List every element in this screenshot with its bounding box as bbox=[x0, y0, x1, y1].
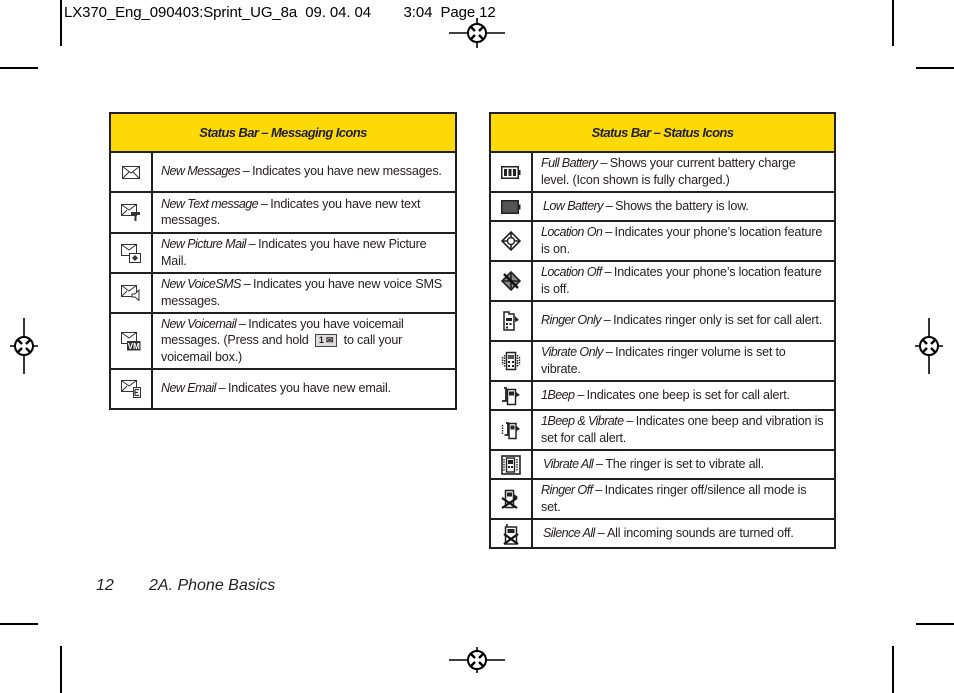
one-beep-icon bbox=[502, 386, 520, 405]
term: Low Battery – bbox=[543, 198, 616, 213]
page-number: 12 bbox=[96, 577, 114, 594]
table-row: Ringer Off – Indicates ringer off/silenc… bbox=[489, 478, 836, 520]
table-row: Ringer Only – Indicates ringer only is s… bbox=[489, 300, 836, 342]
description: The ringer is set to vibrate all. bbox=[605, 456, 764, 471]
table-row: Full Battery – Shows your current batter… bbox=[489, 151, 836, 193]
term: Full Battery – bbox=[541, 156, 610, 170]
vibrate-only-icon bbox=[501, 351, 521, 371]
description: Indicates you have new email. bbox=[228, 381, 391, 396]
table-row: Location Off – Indicates your phone’s lo… bbox=[489, 260, 836, 302]
table-row: Silence All – All incoming sounds are tu… bbox=[489, 518, 836, 549]
description: Indicates you have new messages. bbox=[252, 164, 442, 179]
key-1-icon: 1 ✉ bbox=[314, 334, 338, 348]
term: Vibrate All – bbox=[543, 456, 606, 471]
registration-mark-icon bbox=[10, 318, 38, 374]
table-row: New Text message – Indicates you have ne… bbox=[109, 191, 457, 234]
description: Indicates one beep is set for call alert… bbox=[586, 387, 790, 402]
term: Silence All – bbox=[543, 525, 607, 540]
vibrate-all-icon bbox=[501, 454, 521, 475]
table-row: New VoiceSMS – Indicates you have new vo… bbox=[109, 272, 457, 314]
crop-mark bbox=[892, 646, 894, 693]
crop-mark bbox=[0, 67, 38, 69]
crop-mark bbox=[916, 67, 954, 69]
term: New Picture Mail – bbox=[161, 237, 259, 251]
term: New VoiceSMS – bbox=[161, 277, 254, 291]
registration-mark-icon bbox=[915, 318, 943, 374]
term: New Email – bbox=[161, 381, 228, 396]
registration-mark-icon bbox=[449, 647, 505, 673]
term: Ringer Only – bbox=[541, 313, 614, 328]
crop-mark bbox=[0, 623, 38, 625]
crop-mark bbox=[916, 623, 954, 625]
table-row: Low Battery – Shows the battery is low. bbox=[489, 191, 836, 222]
table-title: Status Bar – Status Icons bbox=[489, 112, 836, 153]
voicemail-icon: VM bbox=[121, 331, 141, 351]
term: New Text message – bbox=[161, 196, 271, 211]
table-header-row: Status Bar – Status Icons bbox=[489, 112, 836, 153]
table-row: New Messages – Indicates you have new me… bbox=[109, 151, 457, 193]
table-row: Location On – Indicates your phone’s loc… bbox=[489, 220, 836, 262]
location-on-icon bbox=[501, 231, 521, 251]
table-row: New Email – Indicates you have new email… bbox=[109, 368, 457, 410]
table-row: 1Beep & Vibrate – Indicates one beep and… bbox=[489, 409, 836, 451]
description: All incoming sounds are turned off. bbox=[606, 525, 794, 540]
table-row: VM New Voicemail – Indicates you have vo… bbox=[109, 312, 457, 370]
picture-mail-icon bbox=[121, 243, 141, 263]
table-row: Vibrate All – The ringer is set to vibra… bbox=[489, 449, 836, 480]
term: Vibrate Only – bbox=[541, 345, 616, 359]
print-slug: LX370_Eng_090403:Sprint_UG_8a 09. 04. 04… bbox=[64, 4, 496, 21]
email-icon bbox=[121, 380, 141, 398]
voice-sms-icon bbox=[121, 285, 140, 302]
table-row: Vibrate Only – Indicates ringer volume i… bbox=[489, 340, 836, 382]
ringer-off-icon bbox=[501, 489, 518, 509]
term: 1Beep – bbox=[541, 387, 587, 402]
crop-mark bbox=[60, 0, 62, 46]
text-message-icon bbox=[121, 204, 140, 222]
term: Location On – bbox=[541, 225, 615, 239]
description: Indicates ringer only is set for call al… bbox=[613, 313, 822, 328]
low-battery-icon bbox=[501, 199, 521, 214]
silence-all-icon bbox=[503, 523, 519, 545]
one-beep-vibrate-icon bbox=[501, 422, 520, 440]
envelope-icon bbox=[122, 165, 140, 179]
table-title: Status Bar – Messaging Icons bbox=[109, 112, 457, 153]
messaging-icons-table: Status Bar – Messaging Icons New Message… bbox=[109, 112, 457, 410]
term: New Messages – bbox=[161, 164, 253, 179]
table-row: 1Beep – Indicates one beep is set for ca… bbox=[489, 380, 836, 411]
ringer-only-icon bbox=[503, 311, 519, 331]
term: 1Beep & Vibrate – bbox=[541, 414, 636, 428]
section-title: 2A. Phone Basics bbox=[149, 577, 276, 594]
term: Location Off – bbox=[541, 265, 614, 279]
registration-mark-icon bbox=[449, 18, 505, 48]
location-off-icon bbox=[501, 271, 521, 291]
svg-text:VM: VM bbox=[128, 342, 140, 351]
crop-mark bbox=[892, 0, 894, 46]
status-icons-table: Status Bar – Status Icons Full Battery –… bbox=[489, 112, 836, 549]
term: Ringer Off – bbox=[541, 483, 605, 497]
table-header-row: Status Bar – Messaging Icons bbox=[109, 112, 457, 153]
description: Shows the battery is low. bbox=[615, 198, 749, 213]
crop-mark bbox=[60, 646, 62, 693]
table-row: New Picture Mail – Indicates you have ne… bbox=[109, 232, 457, 274]
full-battery-icon bbox=[501, 165, 521, 179]
term: New Voicemail – bbox=[161, 316, 249, 331]
